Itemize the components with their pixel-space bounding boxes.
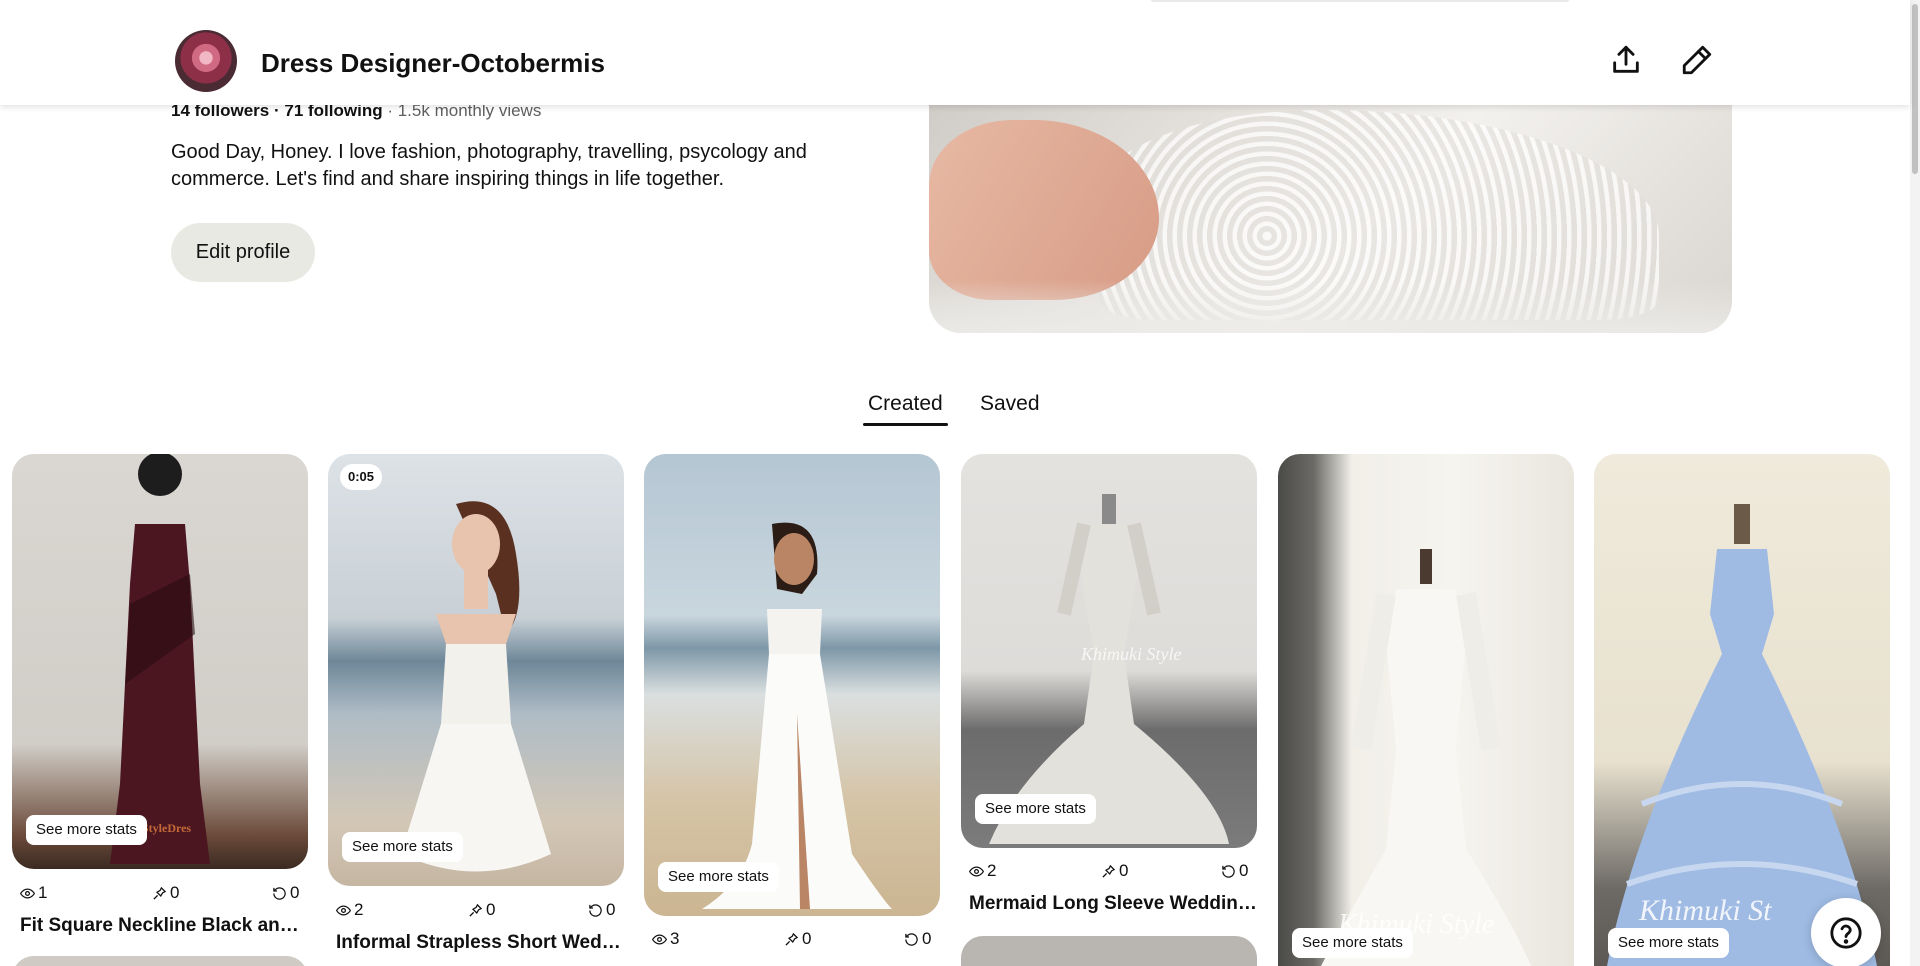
dress-illustration — [401, 501, 551, 872]
pencil-icon — [1682, 45, 1712, 75]
pin-metrics: 1 0 0 — [20, 883, 302, 905]
eye-icon — [652, 933, 667, 945]
saves-count: 0 — [802, 929, 812, 948]
tab-saved[interactable]: Saved — [980, 392, 1040, 416]
cover-hand — [929, 120, 1159, 300]
reaction-icon — [589, 903, 602, 917]
saves-count: 0 — [170, 883, 180, 902]
dress-illustration — [702, 522, 892, 909]
reactions-count: 0 — [606, 900, 616, 919]
pin-image[interactable]: Khimuki Style — [961, 454, 1257, 848]
scrollbar-thumb[interactable] — [1912, 4, 1918, 174]
search-bar-edge[interactable] — [1150, 0, 1570, 2]
pin-watermark: Khimuki St — [1639, 894, 1772, 927]
tab-created[interactable]: Created — [863, 392, 948, 426]
views-count: 2 — [987, 861, 997, 880]
next-pin-peek[interactable] — [12, 956, 308, 966]
pin-watermark: Khimuki Style — [1081, 644, 1182, 664]
see-more-stats-button[interactable]: See more stats — [1292, 928, 1413, 958]
reactions-count: 0 — [290, 883, 300, 902]
reactions-count: 0 — [922, 929, 932, 948]
pin-image[interactable]: Khimuki Style — [1278, 454, 1574, 966]
profile-header: Dress Designer-Octobermis — [0, 0, 1910, 105]
saves-count: 0 — [1119, 861, 1129, 880]
profile-bio: Good Day, Honey. I love fashion, photogr… — [171, 141, 807, 190]
reaction-icon — [905, 932, 918, 946]
eye-icon — [20, 887, 35, 899]
pin-image[interactable] — [644, 454, 940, 916]
pin-icon — [1102, 864, 1116, 878]
reaction-icon — [273, 886, 286, 900]
video-duration-badge: 0:05 — [340, 464, 383, 490]
pin-icon — [785, 932, 799, 946]
pin-metrics: 2 0 0 — [336, 900, 618, 922]
next-pin-peek[interactable] — [961, 936, 1257, 966]
views-count: 2 — [354, 900, 364, 919]
pin-title[interactable]: Mermaid Long Sleeve Wedding... — [969, 893, 1259, 915]
pin-watermark: StyleDres — [142, 821, 192, 835]
see-more-stats-button[interactable]: See more stats — [658, 862, 779, 892]
eye-icon — [336, 904, 351, 916]
pin-title[interactable]: Informal Strapless Short Weddi... — [336, 932, 626, 954]
see-more-stats-button[interactable]: See more stats — [342, 832, 463, 862]
reaction-icon — [1222, 864, 1235, 878]
upload-share-icon — [1613, 45, 1639, 73]
pin-image[interactable]: Khimuki St — [1594, 454, 1890, 966]
pin-title[interactable]: Fit Square Neckline Black and R... — [20, 915, 310, 937]
see-more-stats-button[interactable]: See more stats — [26, 815, 147, 845]
see-more-stats-button[interactable]: See more stats — [1608, 928, 1729, 958]
pin-icon — [469, 903, 483, 917]
see-more-stats-button[interactable]: See more stats — [975, 794, 1096, 824]
pin-image[interactable]: StyleDres — [12, 454, 308, 869]
saves-count: 0 — [486, 900, 496, 919]
pin-icon — [153, 886, 167, 900]
cover-fold — [929, 280, 1732, 333]
dress-illustration — [1321, 549, 1531, 966]
help-button[interactable] — [1811, 898, 1881, 966]
edit-pencil-button[interactable] — [1675, 38, 1719, 82]
pin-metrics: 2 0 0 — [969, 861, 1251, 883]
eye-icon — [969, 865, 984, 877]
page-scrollbar[interactable] — [1910, 0, 1920, 966]
avatar[interactable] — [175, 30, 237, 92]
share-button[interactable] — [1604, 38, 1648, 82]
cover-image — [929, 90, 1732, 333]
profile-tabs: Created Saved — [0, 390, 1910, 430]
pin-metrics: 3 0 0 — [652, 929, 934, 951]
edit-profile-button[interactable]: Edit profile — [171, 223, 315, 282]
profile-name: Dress Designer-Octobermis — [261, 48, 605, 78]
views-count: 3 — [670, 929, 680, 948]
pin-image[interactable] — [328, 454, 624, 886]
question-mark-icon — [1830, 917, 1862, 949]
views-count: 1 — [38, 883, 48, 902]
dress-illustration — [110, 454, 210, 864]
reactions-count: 0 — [1239, 861, 1249, 880]
